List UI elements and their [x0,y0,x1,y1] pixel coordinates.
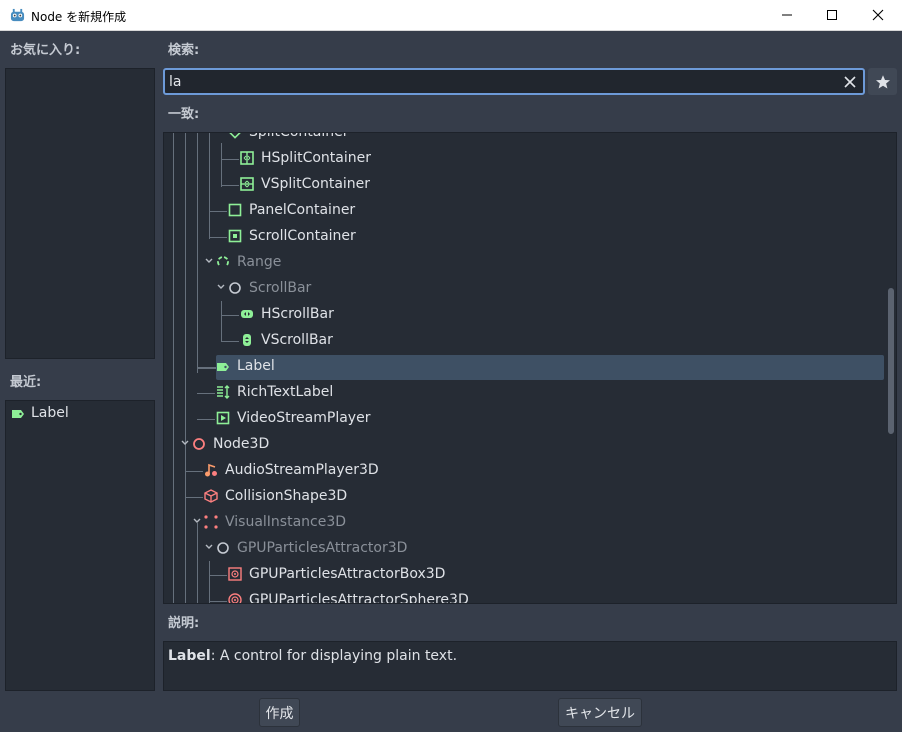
tree-row-label: HSplitContainer [261,150,371,166]
maximize-button[interactable] [809,0,855,30]
particles-attractor-icon [217,542,229,554]
chevron-down-icon [193,518,201,523]
tree-row-label: AudioStreamPlayer3D [225,462,379,478]
godot-logo-icon [10,8,25,22]
tree-row-selected[interactable]: Label [164,354,894,380]
tree-scrollbar-thumb[interactable] [888,288,894,434]
window-title: Node を新規作成 [31,10,127,24]
clear-search-button[interactable] [841,73,859,91]
video-player-icon [216,411,230,425]
node3d-icon [193,438,205,450]
search-input[interactable] [169,72,829,92]
tree-row[interactable]: PanelContainer [164,198,894,224]
description-class-name: Label [168,648,211,664]
scroll-container-icon [228,229,242,243]
panel-container-icon [228,203,242,217]
tree-row[interactable]: AudioStreamPlayer3D [164,458,894,484]
tree-row-label: HScrollBar [261,306,334,322]
vscrollbar-icon [243,334,251,346]
particles-attractor-sphere-icon [228,593,242,603]
tree-row[interactable]: VSplitContainer [164,172,894,198]
tree-row-label: VisualInstance3D [225,514,347,530]
maximize-icon [827,10,837,20]
description-label: 説明: [168,616,200,631]
vsplit-container-icon [240,177,254,191]
tree-row[interactable]: Node3D [164,432,894,458]
tree-row-label: Label [237,358,275,374]
favorites-label: お気に入り: [10,43,81,58]
chevron-down-icon [205,544,213,549]
recent-label: 最近: [10,375,42,390]
particles-attractor-box-icon [228,567,242,581]
label-node-icon [12,410,24,418]
tree-row-label: GPUParticlesAttractorSphere3D [249,592,469,604]
recent-item[interactable]: Label [6,402,156,426]
create-button[interactable]: 作成 [259,698,300,727]
tree-row[interactable]: ScrollContainer [164,224,894,250]
search-label: 検索: [168,43,200,58]
tree-row[interactable]: GPUParticlesAttractor3D [164,536,894,562]
audio-player-3d-icon [205,463,217,477]
tree-row[interactable]: ScrollBar [164,276,894,302]
favorites-list[interactable] [5,68,155,359]
tree-row[interactable]: GPUParticlesAttractorBox3D [164,562,894,588]
tree-row[interactable]: HSplitContainer [164,146,894,172]
minimize-icon [782,14,792,16]
scrollbar-icon [229,282,241,294]
recent-list[interactable] [5,400,155,691]
close-icon [872,9,884,21]
matches-tree[interactable]: SplitContainer HSplitContainer VSplitCon… [163,132,897,604]
tree-row[interactable]: VisualInstance3D [164,510,894,536]
tree-row[interactable]: GPUParticlesAttractorSphere3D [164,588,894,604]
chevron-down-icon [181,440,189,445]
tree-row[interactable]: SplitContainer [164,132,894,146]
tree-row-label: VideoStreamPlayer [237,410,371,426]
tree-row-label: ScrollBar [249,280,312,296]
search-field[interactable] [163,68,865,95]
close-button[interactable] [855,0,901,30]
rich-text-label-icon [217,385,230,399]
tree-row[interactable]: Range [164,250,894,276]
tree-row-label: VSplitContainer [261,176,371,192]
tree-row-label: PanelContainer [249,202,356,218]
chevron-down-icon [217,284,225,289]
range-icon [217,256,229,266]
description-text: : A control for displaying plain text. [210,648,458,664]
tree-row[interactable]: RichTextLabel [164,380,894,406]
cancel-button[interactable]: キャンセル [558,698,642,727]
tree-row-label: CollisionShape3D [225,488,348,504]
add-favorite-button[interactable] [868,68,897,95]
minimize-button[interactable] [764,0,810,30]
label-node-icon [217,363,229,371]
tree-row-label: GPUParticlesAttractor3D [237,540,408,556]
star-icon [875,74,890,88]
tree-row[interactable]: VScrollBar [164,328,894,354]
description-box: Label: A control for displaying plain te… [163,641,897,691]
tree-row-label: ScrollContainer [249,228,356,244]
recent-item-label: Label [31,405,69,421]
chevron-down-icon [216,132,226,136]
tree-row[interactable]: HScrollBar [164,302,894,328]
tree-row-label: SplitContainer [249,132,349,140]
hscrollbar-icon [241,310,253,318]
tree-row[interactable]: CollisionShape3D [164,484,894,510]
split-container-icon [228,133,242,139]
hsplit-container-icon [240,151,254,165]
tree-row-label: Range [237,254,282,270]
matches-label: 一致: [168,107,200,122]
tree-row[interactable]: VideoStreamPlayer [164,406,894,432]
tree-row-label: GPUParticlesAttractorBox3D [249,566,446,582]
title-bar: Node を新規作成 [0,0,902,31]
visual-instance-3d-icon [204,515,218,529]
tree-row-label: Node3D [213,436,270,452]
tree-row-label: RichTextLabel [237,384,334,400]
tree-row-label: VScrollBar [261,332,333,348]
chevron-down-icon [205,258,213,263]
collision-shape-3d-icon [204,489,218,503]
clear-icon [844,76,856,88]
